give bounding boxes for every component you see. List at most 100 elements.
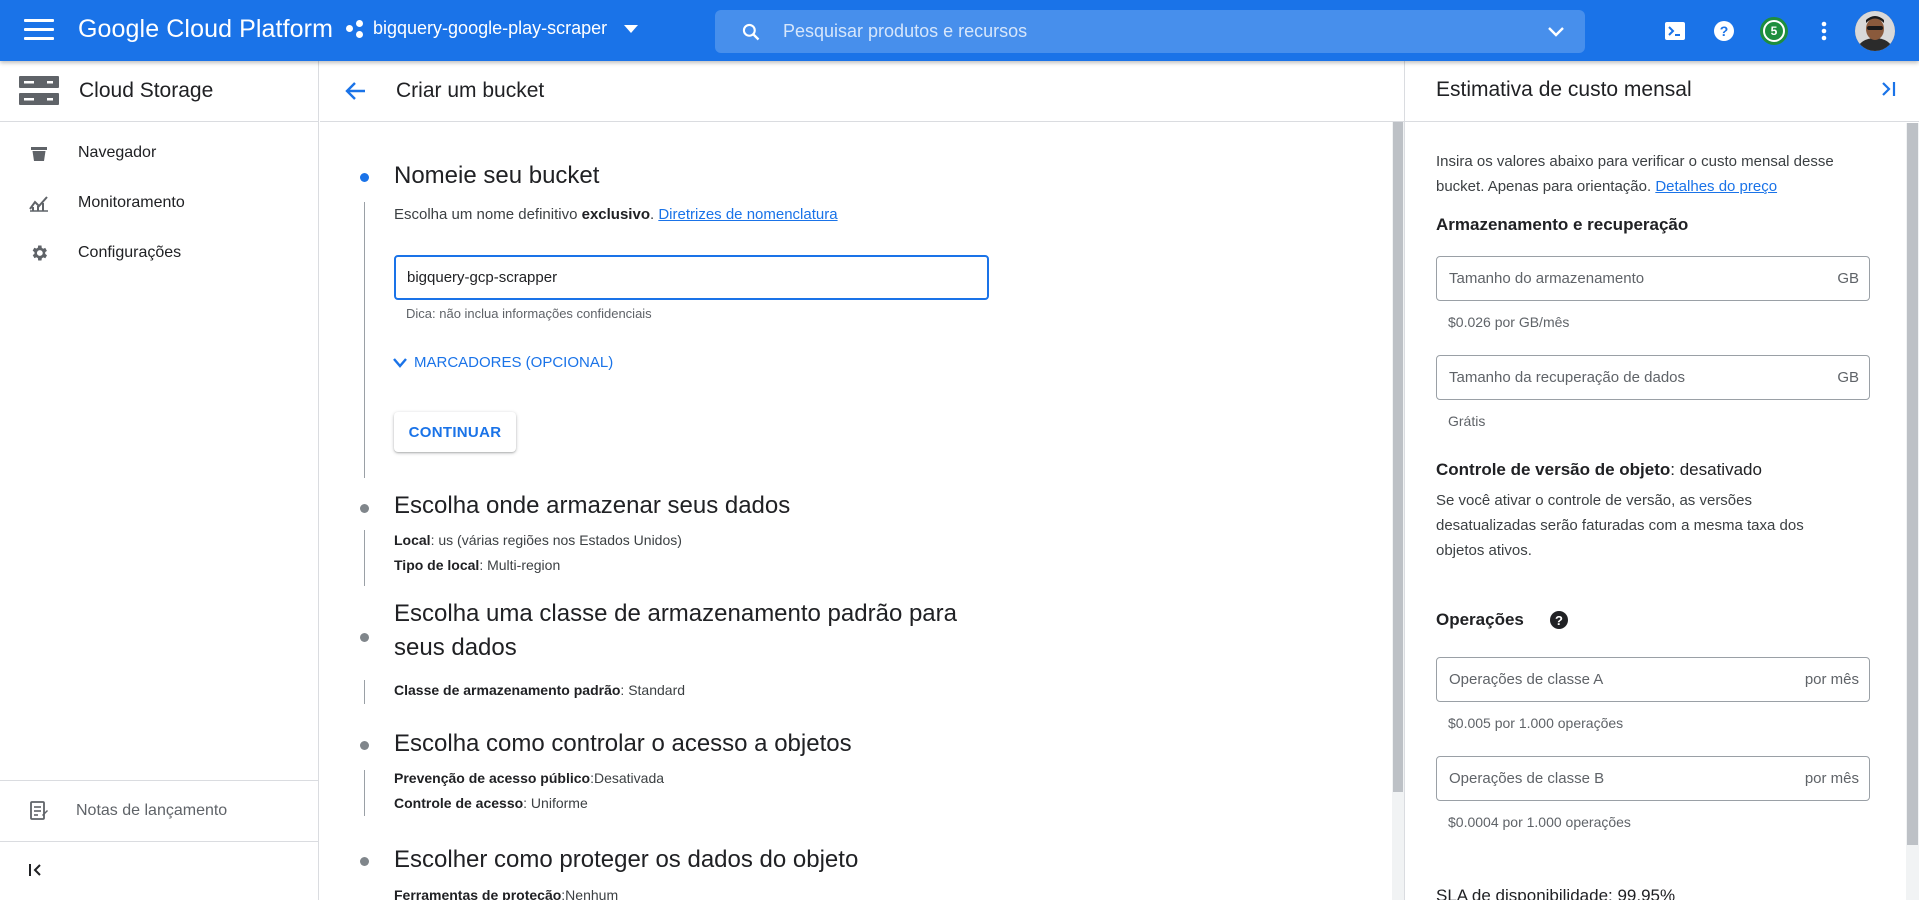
sidebar-item-label: Monitoramento [78,194,185,211]
panel-header: Estimativa de custo mensal [1405,61,1919,122]
class-b-placeholder: Operações de classe B [1449,770,1605,787]
step-connector [364,680,365,704]
step-indicator [360,173,369,182]
summary-label: Controle de acesso [394,795,524,811]
class-a-operations-field[interactable]: Operações de classe A por mês [1436,657,1870,702]
project-hexagon-icon [346,19,364,38]
labels-expander[interactable]: MARCADORES (OPCIONAL) [392,354,613,371]
nav-title: Cloud Storage [79,79,214,102]
public-access-summary: Prevenção de acesso público:Desativada [394,770,664,786]
menu-icon[interactable] [24,19,54,43]
section-heading: Operações [1436,610,1524,629]
project-name: bigquery-google-play-scraper [373,18,608,38]
step-title: Escolher como proteger os dados do objet… [394,846,859,873]
notes-icon [28,800,50,822]
cloud-shell-icon[interactable] [1663,19,1687,43]
sidebar-item-label: Configurações [78,244,182,261]
page-title: Criar um bucket [396,79,545,102]
page-header: Criar um bucket [320,61,1404,122]
step-connector [364,530,365,586]
description-text: Escolha um nome definitivo [394,206,582,223]
section-heading: Armazenamento e recuperação [1436,215,1689,234]
description-bold: exclusivo [581,206,650,223]
summary-value: : us (várias regiões nos Estados Unidos) [430,532,682,548]
step-title: Nomeie seu bucket [394,162,600,189]
intro-text: bucket. Apenas para orientação. [1436,178,1656,195]
step-title: Escolha como controlar o acesso a objeto… [394,730,852,757]
product-brand[interactable]: Google Cloud Platform [78,15,333,44]
svg-text:?: ? [1720,23,1729,39]
scrollbar-thumb[interactable] [1907,123,1918,845]
summary-label: Ferramentas de proteção [394,887,562,900]
search-icon [742,23,760,40]
price-note: Grátis [1448,413,1486,429]
location-type-summary: Tipo de local: Multi-region [394,557,560,573]
chevron-down-icon [393,357,407,368]
caret-down-icon [624,24,639,33]
versioning-status: Controle de versão de objeto: desativado [1436,460,1762,480]
summary-label: Local [394,532,431,548]
release-notes-link[interactable]: Notas de lançamento [0,781,318,841]
retrieval-size-placeholder: Tamanho da recuperação de dados [1449,369,1686,386]
summary-value: :Desativada [590,770,665,786]
versioning-label: Controle de versão de objeto [1436,460,1671,479]
help-icon[interactable]: ? [1550,611,1568,629]
storage-size-placeholder: Tamanho do armazenamento [1449,270,1645,287]
search-input[interactable]: Pesquisar produtos e recursos [783,21,1027,42]
top-app-bar: Google Cloud Platform bigquery-google-pl… [0,0,1919,61]
bucket-name-input[interactable] [394,255,989,300]
pricing-details-link[interactable]: Detalhes do preço [1655,178,1777,195]
price-note: $0.0004 por 1.000 operações [1448,814,1631,830]
continue-button[interactable]: CONTINUAR [394,412,516,452]
nav-header: Cloud Storage [0,61,318,122]
unit-suffix: por mês [1804,671,1859,688]
sidebar-item-monitoramento[interactable]: Monitoramento [0,178,318,228]
create-bucket-form: Nomeie seu bucket Escolha um nome defini… [320,122,1392,900]
collapse-panel-icon[interactable] [1879,80,1897,98]
step-title-continued: seus dados [394,634,517,661]
step-description: Escolha um nome definitivo exclusivo. Di… [394,206,838,223]
main-scrollbar[interactable] [1392,122,1404,900]
more-vert-icon[interactable] [1812,19,1836,43]
versioning-text: desatualizadas serão faturadas com a mes… [1436,517,1804,534]
help-icon[interactable]: ? [1712,19,1736,43]
search-bar[interactable]: Pesquisar produtos e recursos [715,10,1585,53]
account-avatar[interactable] [1855,11,1895,51]
step-indicator [360,504,369,513]
class-a-placeholder: Operações de classe A [1449,671,1604,688]
release-notes-label: Notas de lançamento [76,802,228,819]
chevron-down-icon[interactable] [1547,25,1565,39]
storage-logo-icon [19,76,59,105]
class-b-operations-field[interactable]: Operações de classe B por mês [1436,756,1870,801]
price-note: $0.005 por 1.000 operações [1448,715,1624,731]
left-navigation: Cloud Storage Navegador Monitoramento Co… [0,61,319,900]
step-connector [364,770,365,816]
protection-summary: Ferramentas de proteção:Nenhum [394,887,618,900]
storage-size-field[interactable]: Tamanho do armazenamento GB [1436,256,1870,301]
sidebar-item-label: Navegador [78,144,157,161]
location-summary: Local: us (várias regiões nos Estados Un… [394,532,682,548]
price-note: $0.026 por GB/mês [1448,314,1570,330]
retrieval-size-field[interactable]: Tamanho da recuperação de dados GB [1436,355,1870,400]
intro-line: Insira os valores abaixo para verificar … [1436,153,1834,170]
notifications-badge[interactable]: 5 [1760,17,1788,45]
unit-suffix: por mês [1804,770,1859,787]
summary-value: : Standard [620,682,686,698]
cost-estimate-panel: Estimativa de custo mensal Insira os val… [1404,61,1919,900]
gear-icon [28,242,50,264]
back-arrow-icon[interactable] [344,81,366,101]
sidebar-item-navegador[interactable]: Navegador [0,128,318,178]
unit-suffix: GB [1837,270,1859,287]
nav-footer: Notas de lançamento [0,780,318,841]
nav-collapse-bar [0,841,318,900]
step-connector [364,202,365,478]
collapse-nav-icon[interactable] [28,862,46,878]
sidebar-item-configuracoes[interactable]: Configurações [0,228,318,278]
summary-value: : Multi-region [479,557,561,573]
panel-scrollbar[interactable] [1906,123,1919,900]
project-selector[interactable]: bigquery-google-play-scraper [346,18,639,39]
bucket-icon [28,142,50,164]
naming-guidelines-link[interactable]: Diretrizes de nomenclatura [658,206,837,223]
versioning-text: objetos ativos. [1436,542,1532,559]
scrollbar-thumb[interactable] [1393,122,1403,792]
